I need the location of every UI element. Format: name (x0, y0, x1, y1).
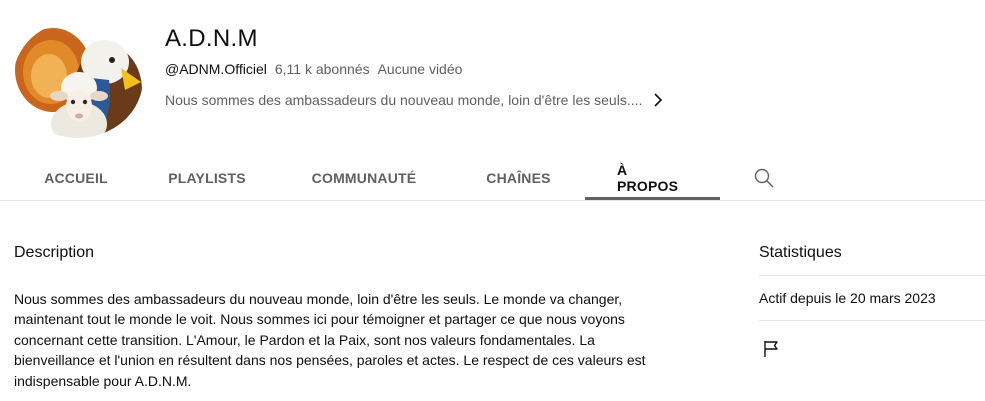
channel-tabs: ACCUEIL PLAYLISTS COMMUNAUTÉ CHAÎNES À P… (14, 156, 985, 200)
short-description-link[interactable]: Nous sommes des ambassadeurs du nouveau … (165, 92, 664, 108)
channel-handle: @ADNM.Officiel (165, 61, 267, 77)
stats-heading: Statistiques (759, 244, 842, 261)
channel-search-button[interactable] (720, 156, 808, 200)
channel-avatar[interactable] (13, 20, 143, 138)
tab-playlists[interactable]: PLAYLISTS (138, 156, 276, 200)
active-since-text: Actif depuis le 20 mars 2023 (759, 290, 936, 306)
channel-name: A.D.N.M (165, 25, 258, 52)
tab-accueil[interactable]: ACCUEIL (14, 156, 138, 200)
tab-chaines[interactable]: CHAÎNES (452, 156, 585, 200)
tab-communaute[interactable]: COMMUNAUTÉ (276, 156, 452, 200)
short-description-text: Nous sommes des ambassadeurs du nouveau … (165, 92, 643, 108)
chevron-right-icon (654, 93, 663, 107)
search-icon (754, 168, 774, 188)
video-count: Aucune vidéo (377, 61, 463, 77)
description-text: Nous sommes des ambassadeurs du nouveau … (14, 291, 646, 389)
subscriber-count: 6,11 k abonnés (274, 61, 370, 77)
tabs-divider (0, 200, 985, 201)
tab-a-propos[interactable]: À PROPOS (585, 156, 720, 200)
description-heading: Description (14, 244, 95, 261)
stats-divider-top (759, 275, 985, 276)
stats-divider-bottom (759, 320, 985, 321)
flag-icon[interactable] (762, 339, 782, 359)
channel-meta: @ADNM.Officiel 6,11 k abonnés Aucune vid… (165, 61, 462, 77)
